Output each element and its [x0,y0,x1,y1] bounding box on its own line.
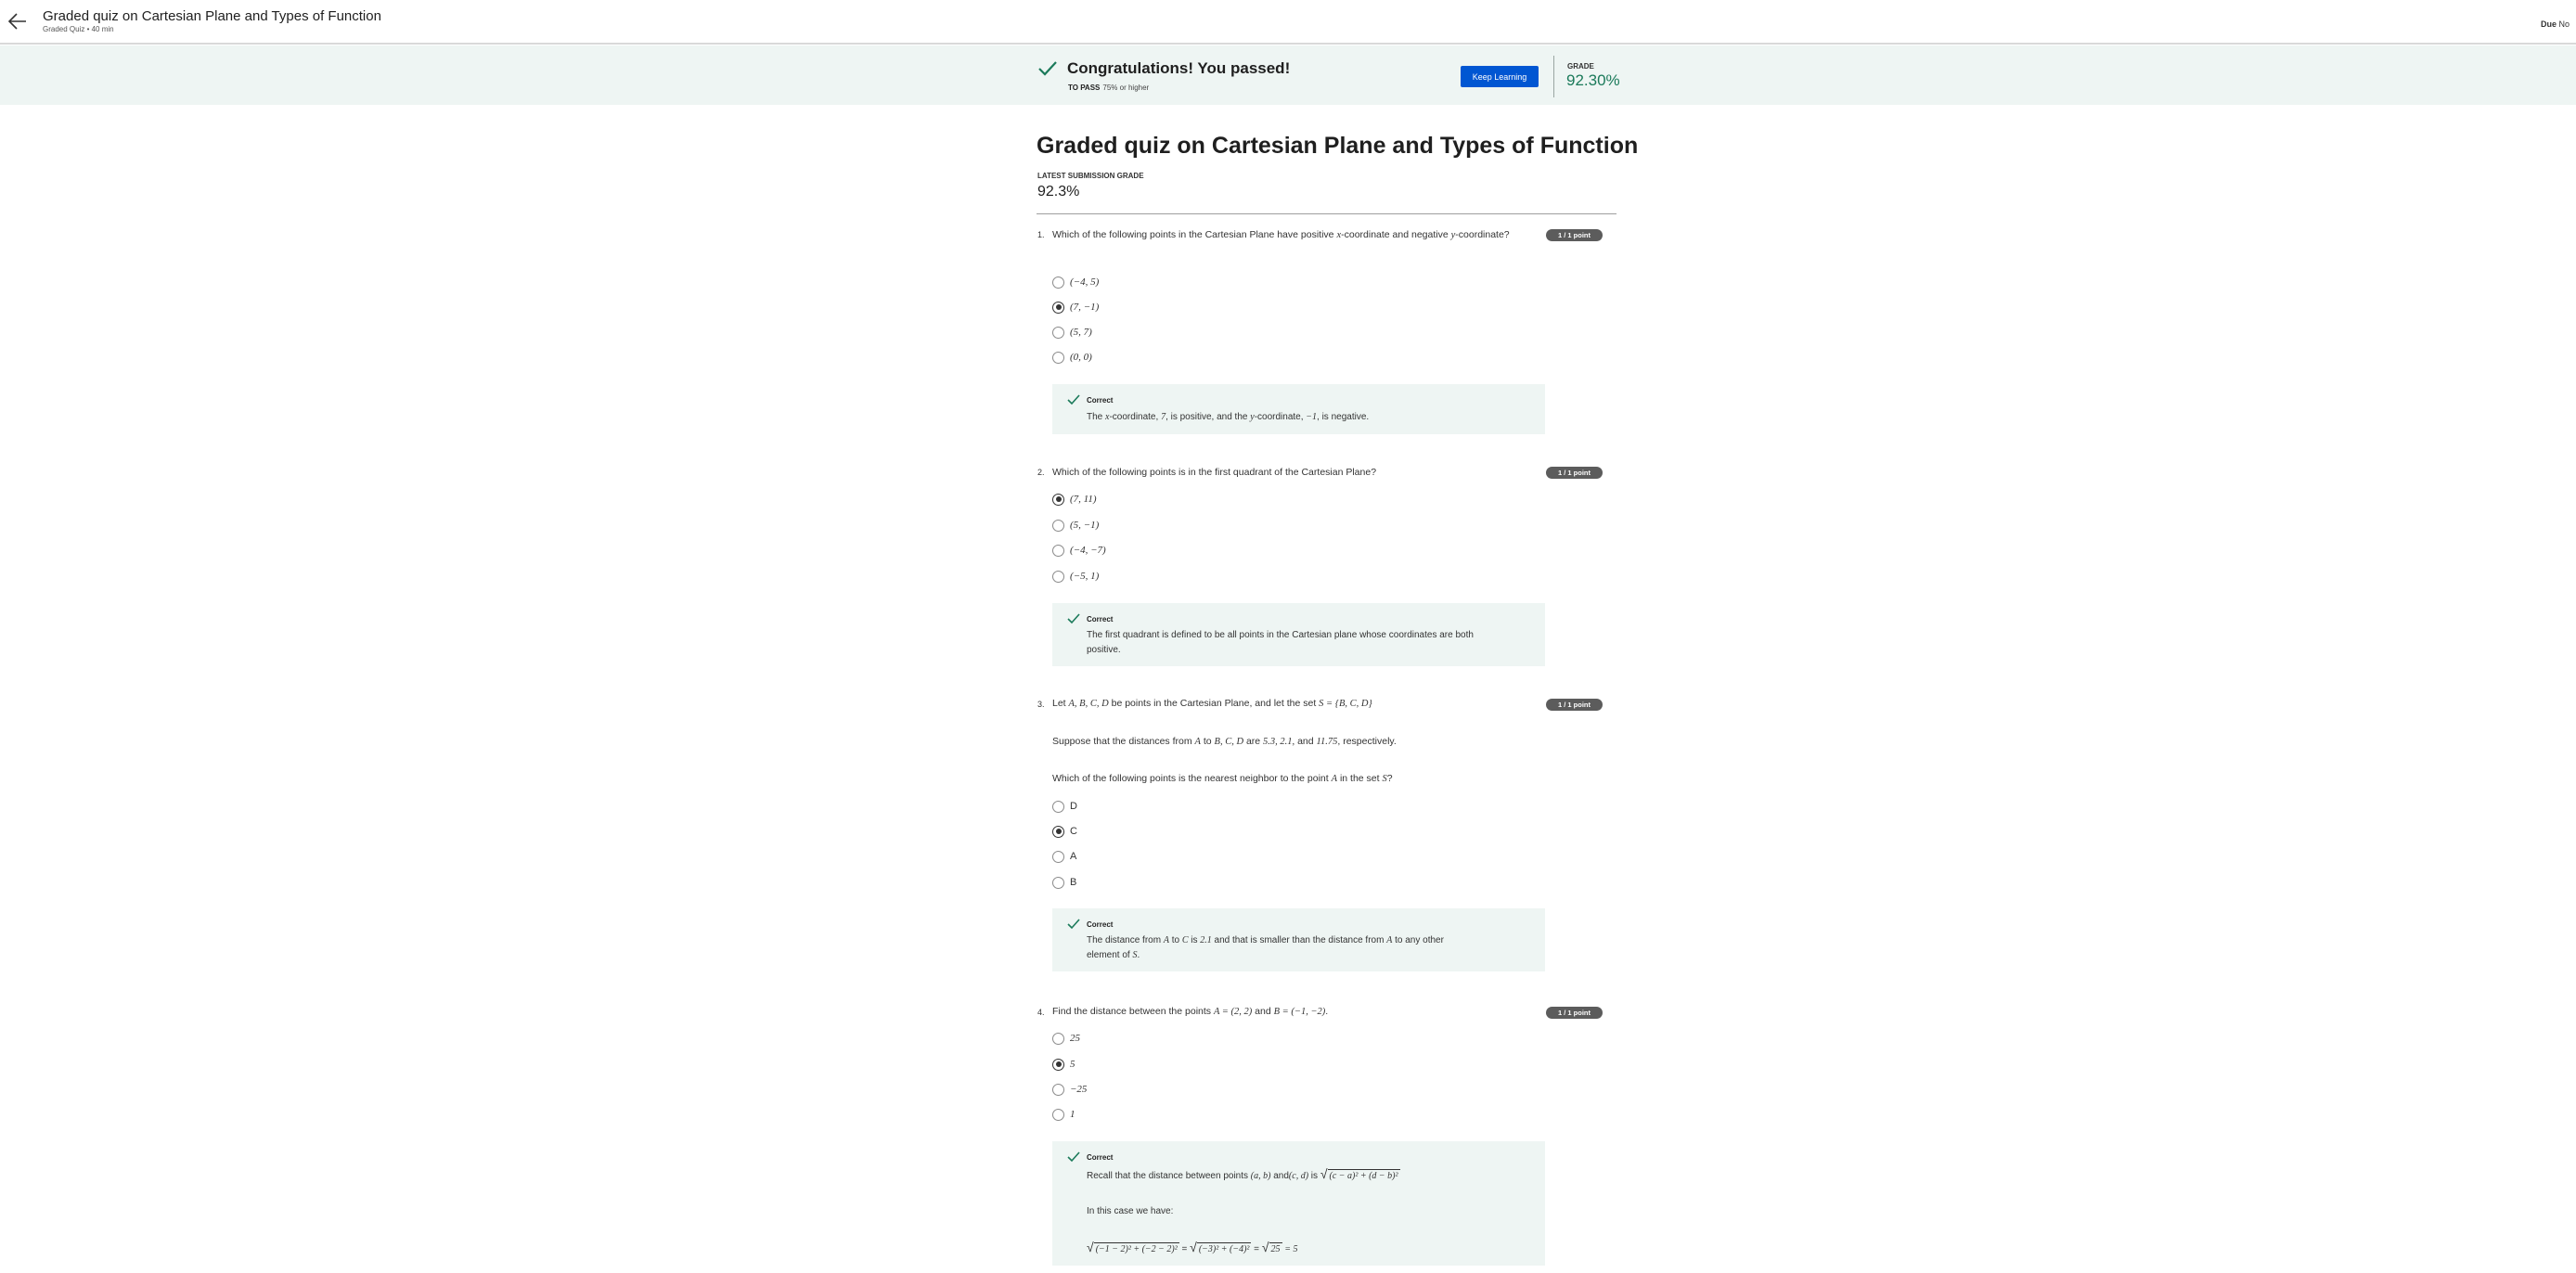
answer-option[interactable]: (−4, −7) [1052,542,1106,559]
question-number: 4. [1037,1008,1045,1017]
grade-value: 92.30% [1566,71,1620,89]
radio-button[interactable] [1052,519,1064,532]
pass-message: Congratulations! You passed! [1067,59,1291,77]
header-subtitle: Graded Quiz • 40 min [43,25,114,33]
answer-option[interactable]: 1 [1052,1106,1075,1123]
answer-option[interactable]: (7, −1) [1052,299,1099,315]
question-text: Let A, B, C, D be points in the Cartesia… [1052,698,1372,709]
question-text: Which of the following points in the Car… [1052,229,1510,240]
points-badge: 1 / 1 point [1546,1007,1603,1019]
feedback-text: Recall that the distance between points … [1087,1166,1400,1181]
radio-button[interactable] [1052,876,1064,889]
divider [1037,213,1616,214]
result-banner: Congratulations! You passed! TO PASS 75% … [0,45,2576,105]
radio-button[interactable] [1052,800,1064,813]
question-number: 1. [1037,230,1045,239]
check-icon [1067,919,1080,930]
points-badge: 1 / 1 point [1546,467,1603,479]
feedback-text: The distance from A to C is 2.1 and that… [1087,935,1444,960]
radio-button[interactable] [1052,351,1064,364]
divider [1553,56,1554,97]
radio-button[interactable] [1052,276,1064,289]
question-text: Which of the following points is the nea… [1052,773,1393,784]
feedback-text: The first quadrant is defined to be all … [1087,630,1474,655]
check-icon [1067,613,1080,624]
answer-option[interactable]: 25 [1052,1030,1080,1047]
feedback-title: Correct [1087,615,1114,624]
question-text: Which of the following points is in the … [1052,467,1377,478]
answer-option[interactable]: (−5, 1) [1052,568,1099,585]
answer-option[interactable]: B [1052,874,1076,891]
back-arrow-icon[interactable] [7,11,28,32]
feedback-title: Correct [1087,920,1114,929]
radio-button[interactable] [1052,1083,1064,1096]
points-badge: 1 / 1 point [1546,229,1603,241]
latest-grade-value: 92.3% [1037,184,1080,199]
radio-button[interactable] [1052,493,1064,506]
answer-option[interactable]: A [1052,848,1076,865]
header-title: Graded quiz on Cartesian Plane and Types… [43,8,381,24]
feedback-box: Correct The x-coordinate, 7, is positive… [1052,384,1545,434]
check-icon [1067,394,1080,405]
check-icon [1038,61,1057,76]
feedback-box: Correct The distance from A to C is 2.1 … [1052,908,1545,971]
feedback-equation: √ (−1 − 2)² + (−2 − 2)² = √ (−3)² + (−4)² … [1087,1240,1298,1254]
question-text: Suppose that the distances from A to B, … [1052,736,1397,747]
keep-learning-button[interactable]: Keep Learning [1461,66,1539,87]
feedback-title: Correct [1087,1153,1114,1162]
grade-label: GRADE [1567,62,1594,71]
feedback-text: In this case we have: [1087,1206,1174,1216]
answer-option[interactable]: D [1052,798,1077,815]
top-bar: Graded quiz on Cartesian Plane and Types… [0,0,2576,45]
to-pass-requirement: TO PASS 75% or higher [1068,84,1150,92]
answer-option[interactable]: (5, 7) [1052,324,1092,341]
radio-button[interactable] [1052,850,1064,863]
question-number: 2. [1037,468,1045,477]
feedback-text: The x-coordinate, 7, is positive, and th… [1087,412,1370,422]
radio-button[interactable] [1052,544,1064,557]
question-number: 3. [1037,700,1045,709]
radio-button[interactable] [1052,301,1064,314]
feedback-box: Correct The first quadrant is defined to… [1052,603,1545,666]
radio-button[interactable] [1052,1058,1064,1071]
points-badge: 1 / 1 point [1546,699,1603,711]
question-text: Find the distance between the points A =… [1052,1006,1329,1017]
radio-button[interactable] [1052,825,1064,838]
feedback-title: Correct [1087,396,1114,405]
radio-button[interactable] [1052,326,1064,339]
answer-option[interactable]: (5, −1) [1052,517,1099,534]
radio-button[interactable] [1052,1032,1064,1045]
feedback-box: Correct Recall that the distance between… [1052,1141,1545,1266]
check-icon [1067,1151,1080,1163]
answer-option[interactable]: C [1052,823,1077,840]
page-title: Graded quiz on Cartesian Plane and Types… [1037,133,1639,159]
due-date: Due No [2541,19,2570,29]
answer-option[interactable]: (7, 11) [1052,491,1097,508]
latest-grade-label: LATEST SUBMISSION GRADE [1037,172,1144,180]
answer-option[interactable]: 5 [1052,1056,1075,1073]
radio-button[interactable] [1052,1108,1064,1121]
radio-button[interactable] [1052,570,1064,583]
answer-option[interactable]: (−4, 5) [1052,274,1099,290]
answer-option[interactable]: −25 [1052,1081,1087,1098]
answer-option[interactable]: (0, 0) [1052,349,1092,366]
